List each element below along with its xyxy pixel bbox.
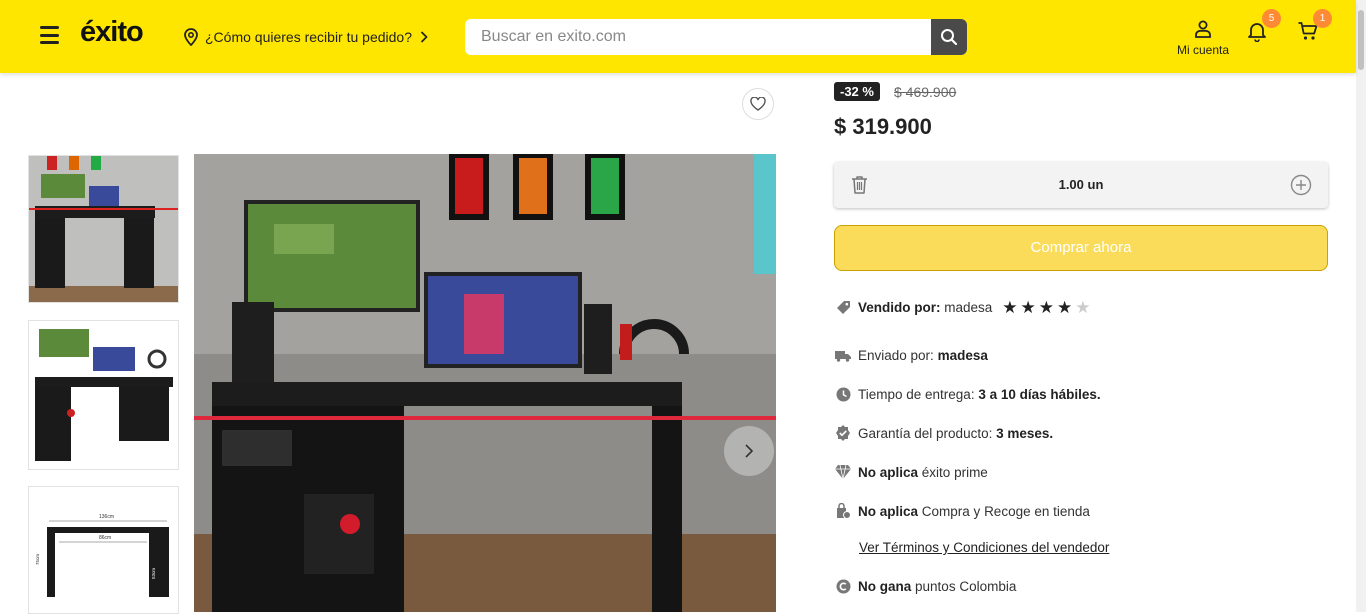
current-price: $ 319.900 [834, 114, 932, 139]
sold-by-value: madesa [944, 300, 993, 315]
delivery-value: 3 a 10 días hábiles. [978, 386, 1101, 402]
pickup-status: No aplica [858, 503, 919, 519]
prime-row: No aplica éxito prime [835, 464, 988, 480]
notifications-button[interactable]: 5 [1246, 9, 1281, 47]
search-icon [941, 29, 958, 46]
points-status: No gana [858, 578, 912, 594]
clock-icon [835, 386, 851, 402]
gaming-desk-photo [194, 154, 776, 612]
tag-icon [835, 300, 851, 316]
star-empty-icon: ★ [1075, 298, 1091, 317]
logo-text: éxito [80, 16, 144, 48]
star-icon: ★ [1057, 298, 1073, 317]
quantity-value: 1.00 un [1058, 177, 1104, 192]
page-scrollbar[interactable] [1356, 0, 1366, 612]
star-icon: ★ [1020, 298, 1036, 317]
star-icon: ★ [1002, 298, 1018, 317]
search-input[interactable] [465, 19, 931, 55]
menu-icon[interactable] [40, 26, 59, 44]
dim-width-label: 136cm [99, 514, 114, 520]
notifications-badge: 5 [1262, 9, 1281, 28]
star-icon: ★ [1038, 298, 1055, 317]
heart-icon [750, 97, 766, 111]
shipped-by-value: madesa [937, 347, 988, 363]
store-pickup-icon [835, 503, 851, 519]
dim-height-left: 75cm [35, 554, 40, 565]
thumbnail-1[interactable] [28, 155, 179, 303]
thumbnail-2-image [29, 321, 178, 469]
pickup-label: Compra y Recoge en tienda [921, 503, 1090, 519]
sold-by-row: Vendido por: madesa ★ ★ ★ ★ ★ [835, 299, 1091, 316]
exito-logo[interactable]: éxito [80, 16, 144, 49]
scrollbar-thumb[interactable] [1358, 10, 1364, 70]
location-pin-icon [184, 28, 198, 46]
chevron-right-icon [745, 444, 754, 458]
thumbnail-3[interactable]: 136cm 86cm 75cm 53cm [28, 486, 179, 614]
dim-inner-label: 86cm [99, 535, 111, 541]
thumbnail-3-image: 136cm 86cm 75cm 53cm [29, 487, 178, 613]
chevron-right-icon [420, 31, 428, 43]
seller-rating: ★ ★ ★ ★ ★ [1002, 299, 1090, 316]
main-product-image[interactable] [194, 154, 776, 612]
buy-now-button[interactable]: Comprar ahora [834, 225, 1328, 271]
prime-label: éxito prime [921, 464, 988, 480]
verified-badge-icon [835, 425, 851, 441]
points-label: puntos Colombia [915, 578, 1017, 594]
account-button[interactable]: Mi cuenta [1172, 20, 1234, 57]
next-image-button[interactable] [724, 426, 774, 476]
warranty-value: 3 meses. [996, 425, 1054, 441]
prime-status: No aplica [858, 464, 919, 480]
quantity-stepper: 1.00 un [834, 162, 1328, 208]
shipped-by-label: Enviado por: [858, 347, 934, 363]
old-price: $ 469.900 [894, 84, 957, 100]
delivery-location-selector[interactable]: ¿Cómo quieres recibir tu pedido? [183, 28, 434, 46]
plus-circle-icon [1290, 174, 1312, 196]
cart-button[interactable]: 1 [1297, 9, 1332, 47]
seller-terms-link[interactable]: Ver Términos y Condiciones del vendedor [859, 540, 1109, 555]
site-header: éxito ¿Cómo quieres recibir tu pedido? M… [0, 0, 1356, 73]
favorite-button[interactable] [742, 88, 774, 120]
search-button[interactable] [931, 19, 967, 55]
pickup-row: No aplica Compra y Recoge en tienda [835, 503, 1090, 519]
diamond-icon [835, 464, 851, 480]
points-row: No gana puntos Colombia [835, 578, 1016, 594]
account-label: Mi cuenta [1176, 43, 1230, 57]
location-prompt: ¿Cómo quieres recibir tu pedido? [205, 29, 412, 45]
delivery-time-row: Tiempo de entrega: 3 a 10 días hábiles. [835, 386, 1101, 402]
puntos-colombia-icon [835, 578, 851, 594]
delivery-label: Tiempo de entrega: [858, 386, 975, 402]
cart-badge: 1 [1313, 9, 1332, 28]
shipped-by-row: Enviado por: madesa [835, 347, 988, 363]
warranty-row: Garantía del producto: 3 meses. [835, 425, 1053, 441]
dim-height-right: 53cm [151, 568, 156, 579]
warranty-label: Garantía del producto: [858, 425, 993, 441]
search-bar [465, 19, 967, 55]
truck-icon [835, 347, 851, 363]
user-icon [1195, 20, 1211, 38]
thumbnail-1-image [29, 156, 178, 302]
increase-quantity-button[interactable] [1290, 174, 1312, 201]
discount-badge: -32 % [834, 82, 880, 101]
thumbnail-2[interactable] [28, 320, 179, 470]
sold-by-label: Vendido por: [858, 300, 941, 315]
